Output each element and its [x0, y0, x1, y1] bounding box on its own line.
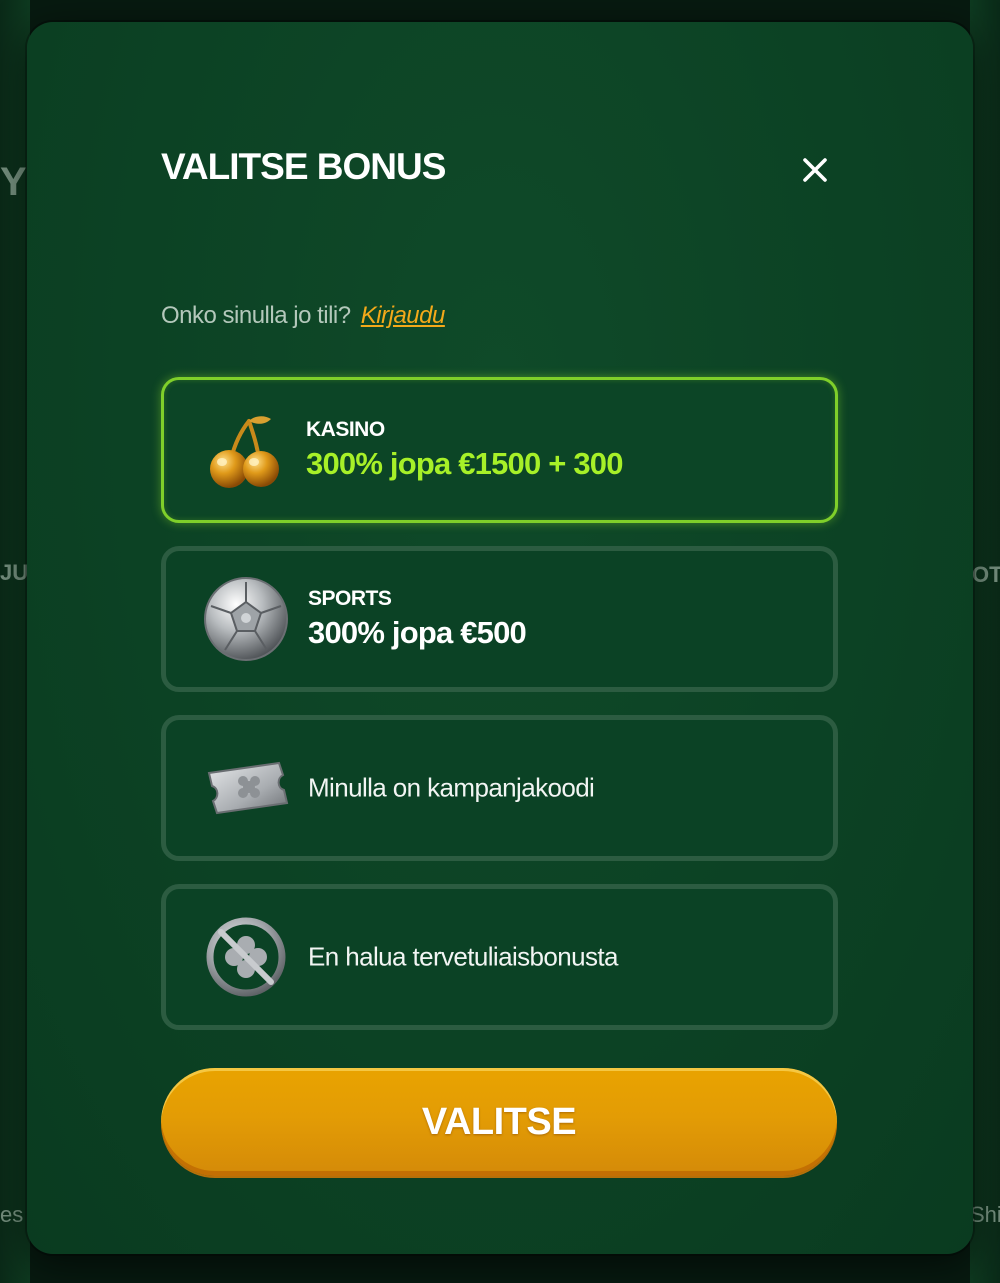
close-icon — [803, 158, 827, 182]
modal-title: VALITSE BONUS — [161, 146, 446, 187]
option-text: Minulla on kampanjakoodi — [308, 772, 595, 804]
option-offer: 300% jopa €500 — [308, 615, 527, 650]
option-text: KASINO 300% jopa €1500 + 300 — [306, 418, 624, 482]
close-button[interactable] — [795, 150, 835, 190]
option-label: KASINO — [306, 418, 385, 441]
background-text: JU — [0, 560, 29, 585]
login-link[interactable]: Kirjaudu — [361, 302, 446, 329]
soccer-ball-icon — [202, 575, 290, 663]
bonus-modal: VALITSE BONUS Onko sinulla jo tili? Kirj… — [27, 22, 973, 1254]
bonus-option-casino[interactable]: KASINO 300% jopa €1500 + 300 — [161, 377, 838, 523]
option-offer: 300% jopa €1500 + 300 — [306, 446, 624, 481]
background-text: OT — [972, 562, 1000, 587]
login-prompt-row: Onko sinulla jo tili? Kirjaudu — [161, 302, 445, 330]
option-label: En halua tervetuliaisbonusta — [308, 941, 618, 972]
bonus-option-promo-code[interactable]: Minulla on kampanjakoodi — [161, 715, 838, 861]
bonus-option-sports[interactable]: SPORTS 300% jopa €500 — [161, 546, 838, 692]
background-text: Shi — [970, 1202, 1000, 1227]
login-prompt: Onko sinulla jo tili? — [161, 302, 351, 329]
ticket-icon — [202, 744, 290, 832]
no-bonus-icon — [202, 913, 290, 1001]
select-button[interactable]: VALITSE — [161, 1068, 837, 1176]
option-text: En halua tervetuliaisbonusta — [308, 942, 618, 973]
background-text: Y — [0, 160, 27, 204]
option-text: SPORTS 300% jopa €500 — [308, 587, 527, 651]
cherry-icon — [200, 406, 288, 494]
background-text: es — [0, 1202, 24, 1227]
option-label: Minulla on kampanjakoodi — [308, 772, 595, 803]
option-label: SPORTS — [308, 587, 392, 610]
bonus-option-no-bonus[interactable]: En halua tervetuliaisbonusta — [161, 884, 838, 1030]
